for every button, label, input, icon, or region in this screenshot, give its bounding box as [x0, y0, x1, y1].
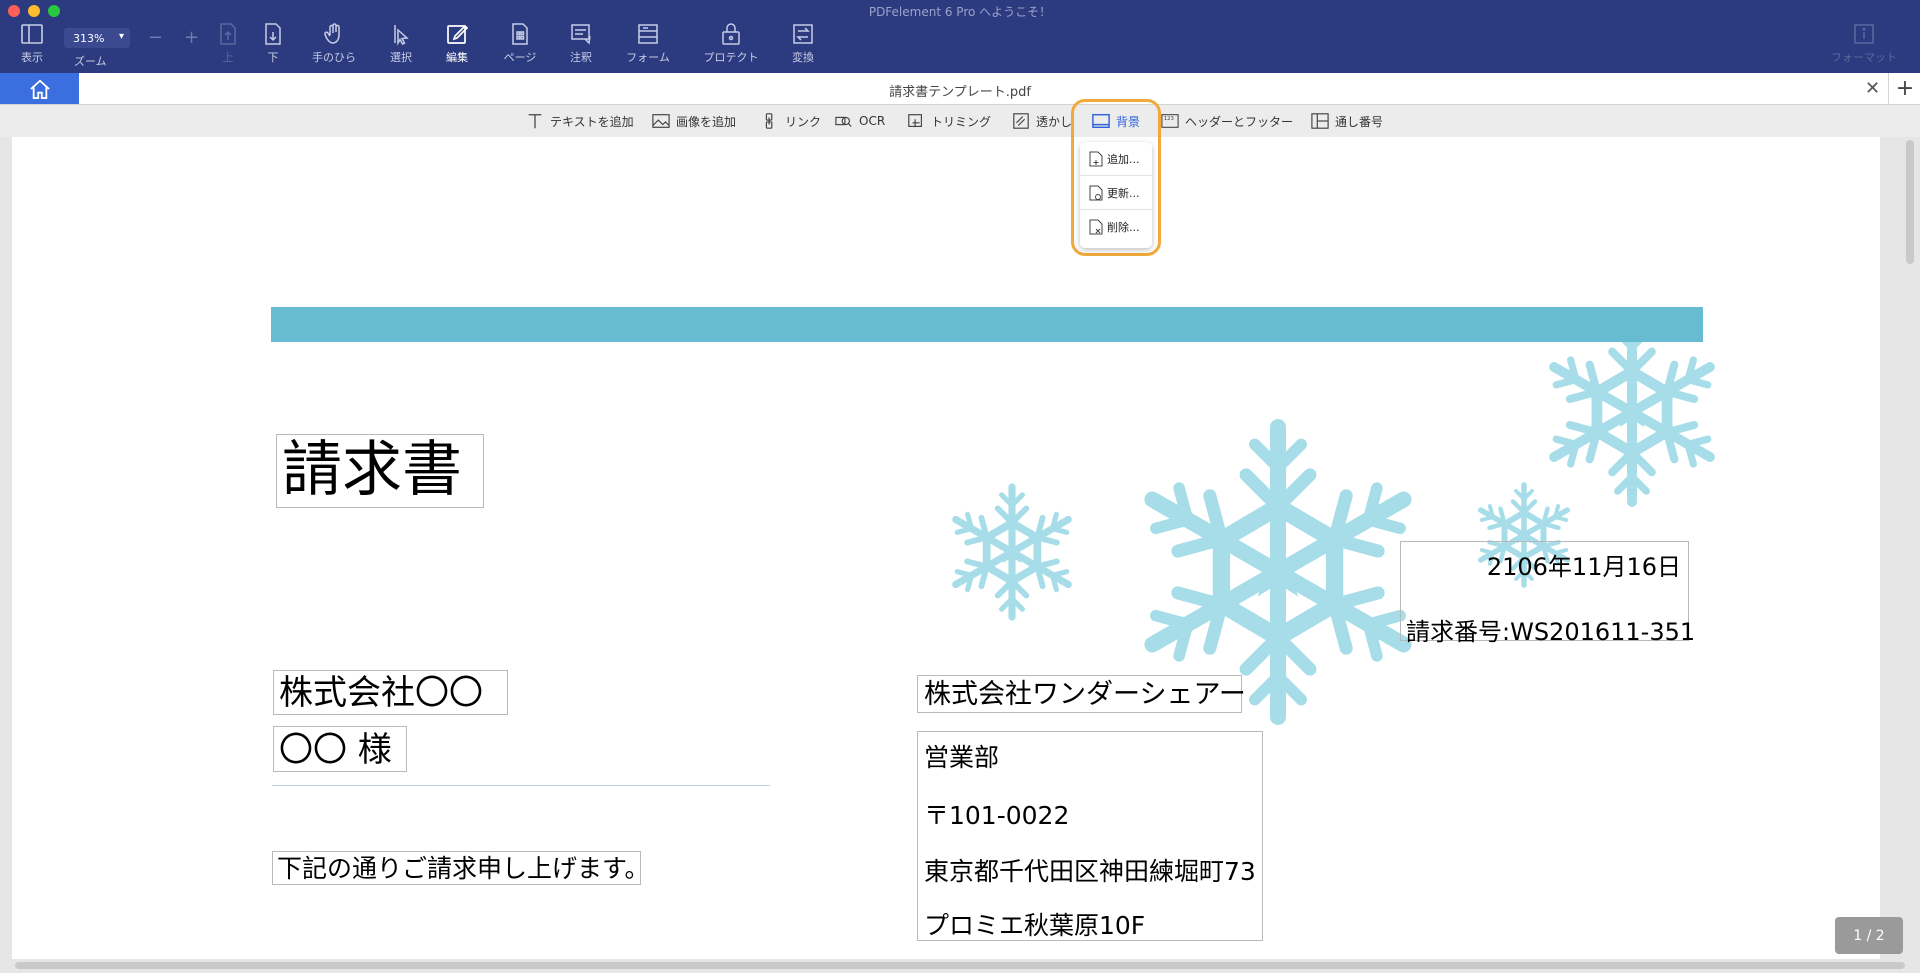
snowflake-medium: [949, 487, 1076, 617]
invoice-date: 2106年11月16日: [1486, 553, 1681, 581]
date-block[interactable]: 2106年11月16日 請求番号:WS201611-351: [1400, 541, 1695, 646]
invoice-number: 請求番号:WS201611-351: [1406, 618, 1696, 646]
seller-postal-code: 〒101-0022: [924, 801, 1070, 830]
snowflake-large: [1136, 427, 1419, 717]
background-menu: 追加... 更新... 削除...: [1080, 142, 1152, 248]
greeting-text[interactable]: 下記の通りご請求申し上げます。: [272, 851, 650, 885]
delete-page-icon: [1089, 219, 1103, 235]
update-page-icon: [1089, 185, 1103, 200]
background-add-label: 追加...: [1107, 152, 1140, 166]
background-delete-item[interactable]: 削除...: [1080, 210, 1152, 244]
invoice-title[interactable]: 請求書: [276, 434, 484, 508]
seller-company[interactable]: 株式会社ワンダーシェアー: [917, 675, 1246, 713]
seller-department: 営業部: [924, 743, 1000, 772]
background-delete-label: 削除...: [1107, 221, 1140, 234]
vertical-scrollbar[interactable]: [1906, 140, 1914, 264]
seller-building: プロミエ秋葉原10F: [924, 911, 1146, 940]
background-add-item[interactable]: 追加...: [1080, 142, 1152, 176]
background-update-item[interactable]: 更新...: [1080, 176, 1152, 210]
divider: [272, 785, 770, 786]
header-band: [271, 307, 1703, 342]
add-page-icon: [1089, 151, 1103, 166]
client-name[interactable]: 〇〇 様: [273, 726, 407, 772]
snowflake-top-right: [1544, 322, 1720, 502]
page-indicator: 1 / 2: [1835, 917, 1903, 954]
client-company[interactable]: 株式会社〇〇: [273, 670, 508, 715]
horizontal-scrollbar[interactable]: [15, 962, 1905, 969]
seller-address: 東京都千代田区神田練堀町73: [924, 857, 1256, 886]
seller-address-block[interactable]: 営業部 〒101-0022 東京都千代田区神田練堀町73 プロミエ秋葉原10F: [917, 731, 1263, 941]
background-update-label: 更新...: [1107, 186, 1140, 200]
